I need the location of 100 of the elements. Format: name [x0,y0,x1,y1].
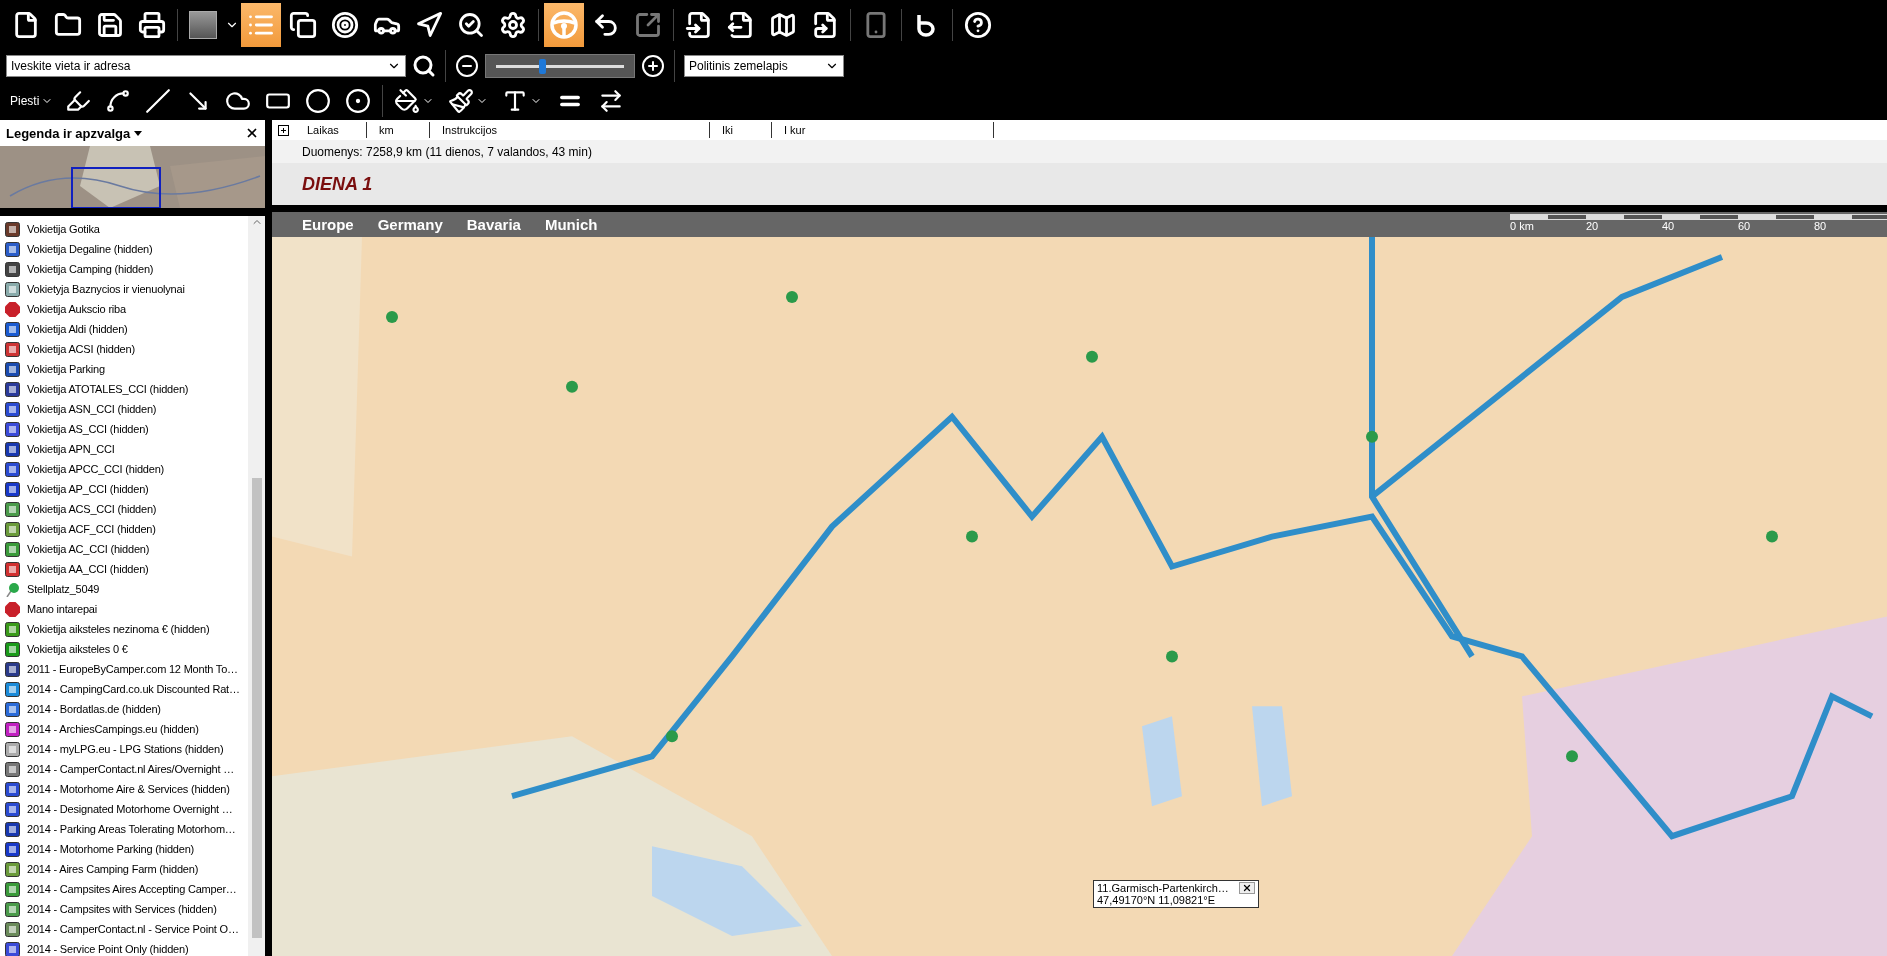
legend-item[interactable]: 2011 - EuropeByCamper.com 12 Month To… [27,663,238,675]
square-marker-icon [5,561,20,577]
legend-item[interactable]: 2014 - Motorhome Parking (hidden) [27,843,195,855]
legend-item[interactable]: Vokietija AA_CCI (hidden) [27,563,149,575]
legend-item[interactable]: Vokietija Aldi (hidden) [27,323,128,335]
square-marker-icon [5,741,20,757]
square-marker-icon [5,441,20,457]
map-icon [769,11,797,39]
legend-item[interactable]: Vokietija aiksteles 0 € [27,643,128,655]
zoom-in-icon[interactable] [641,54,665,78]
column-header[interactable]: Iki [710,122,772,138]
legend-item[interactable]: Vokietija ACS_CCI (hidden) [27,503,157,515]
square-marker-icon [5,281,20,297]
column-header[interactable]: Laikas [295,122,367,138]
square-marker-icon [5,521,20,537]
search-field[interactable]: Iveskite vieta ir adresa [6,55,406,77]
square-marker-icon [5,901,20,917]
zoom-slider[interactable] [485,54,635,78]
square-marker-icon [5,421,20,437]
caret-icon [134,130,143,136]
slider-thumb[interactable] [539,58,547,74]
breadcrumb-link[interactable]: Bavaria [466,216,521,233]
scrollbar[interactable] [248,216,265,956]
square-marker-icon [5,241,20,257]
settings-icon [499,11,527,39]
close-icon[interactable] [245,126,259,140]
legend-item[interactable]: Vokietija AC_CCI (hidden) [27,543,150,555]
breadcrumb-link[interactable]: Europe [302,216,354,233]
brush-icon [448,88,475,114]
legend-item[interactable]: Vokietija ATOTALES_CCI (hidden) [27,383,189,395]
legend-item[interactable]: 2014 - Motorhome Aire & Services (hidden) [27,783,230,795]
map-type-select[interactable]: Politinis zemelapis [684,55,844,77]
square-marker-icon [5,221,20,237]
legend-item[interactable]: 2014 - CamperContact.nl - Service Point O… [27,923,239,935]
search-icon[interactable] [412,54,436,78]
legend-item[interactable]: Vokietija ASN_CCI (hidden) [27,403,157,415]
copy-icon [289,11,317,39]
breadcrumb-link[interactable]: Munich [544,216,598,233]
legend-item[interactable]: Stellplatz_5049 [27,583,100,595]
import-icon [685,11,713,39]
square-marker-icon [5,881,20,897]
legend-item[interactable]: Vokietija APCC_CCI (hidden) [27,463,165,475]
legend-item[interactable]: Vokietija Camping (hidden) [27,263,154,275]
legend-item[interactable]: Mano intarepai [27,603,97,615]
legend-item[interactable]: 2014 - Aires Camping Farm (hidden) [27,863,199,875]
column-header[interactable]: Instrukcijos [430,122,710,138]
zoom-out-icon[interactable] [455,54,479,78]
highlighter-icon [65,88,92,114]
circle-dot-icon [345,88,372,114]
tooltip-coordinates: 47,49170°N 11,09821°E [1097,894,1217,906]
square-marker-icon [5,321,20,337]
route-summary: Duomenys: 7258,9 km (11 dienos, 7 valandos, 43 min) [302,144,592,159]
square-marker-icon [5,821,20,837]
legend-item[interactable]: Vokietija Aukscio riba [27,303,126,315]
steering-wheel-icon [549,10,579,40]
close-button[interactable] [1239,882,1255,894]
square-marker-icon [5,701,20,717]
panel-title[interactable]: Legenda ir apzvalga [6,125,143,141]
square-marker-icon [5,681,20,697]
square-marker-icon [5,501,20,517]
legend-item[interactable]: 2014 - ArchiesCampings.eu (hidden) [27,723,199,735]
breadcrumb-link[interactable]: Germany [377,216,443,233]
document-arrow-icon [811,11,839,39]
legend-item[interactable]: Vokietija ACF_CCI (hidden) [27,523,156,535]
legend-item[interactable]: 2014 - Designated Motorhome Overnight … [27,803,233,815]
legend-item[interactable]: Vokietija aiksteles nezinoma € (hidden) [27,623,210,635]
legend-item[interactable]: Vokietija APN_CCI [27,443,115,455]
column-header[interactable]: I kur [772,122,994,138]
legend-item[interactable]: 2014 - CamperContact.nl Aires/Overnight … [27,763,234,775]
legend-item[interactable]: 2014 - Parking Areas Tolerating Motorhom… [27,823,236,835]
legend-item[interactable]: 2014 - CampingCard.co.uk Discounted Rat… [27,683,240,695]
square-marker-icon [5,641,20,657]
legend-item[interactable]: 2014 - myLPG.eu - LPG Stations (hidden) [27,743,224,755]
square-marker-icon [5,801,20,817]
search-icon [457,11,485,39]
square-marker-icon [5,341,20,357]
square-marker-icon [5,401,20,417]
legend-item[interactable]: Vokietija ACSI (hidden) [27,343,135,355]
legend-item[interactable]: Vokietija Degaline (hidden) [27,243,153,255]
legend-item[interactable]: Vokietija Gotika [27,223,100,235]
scale-label: 40 [1662,220,1676,232]
legend-item[interactable]: 2014 - Bordatlas.de (hidden) [27,703,161,715]
column-header[interactable]: km [367,122,430,138]
scale-label: 60 [1738,220,1752,232]
legend-item[interactable]: Vokietija AP_CCI (hidden) [27,483,149,495]
square-marker-icon [5,861,20,877]
expand-icon[interactable] [278,124,289,136]
legend-item[interactable]: 2014 - Campsites Aires Accepting Camper… [27,883,237,895]
square-marker-icon [5,541,20,557]
legend-item[interactable]: Vokietija AS_CCI (hidden) [27,423,149,435]
square-marker-icon [5,921,20,937]
image-arrow-icon [634,11,662,39]
draw-menu[interactable]: Piesti [6,94,58,108]
legend-item[interactable]: Vokietyja Baznycios ir vienuolynai [27,283,185,295]
squiggle-icon [105,88,132,114]
legend-item[interactable]: 2014 - Campsites with Services (hidden) [27,903,217,915]
file-icon [12,11,40,39]
export-icon [727,11,755,39]
legend-item[interactable]: 2014 - Service Point Only (hidden) [27,943,189,955]
legend-item[interactable]: Vokietija Parking [27,363,105,375]
